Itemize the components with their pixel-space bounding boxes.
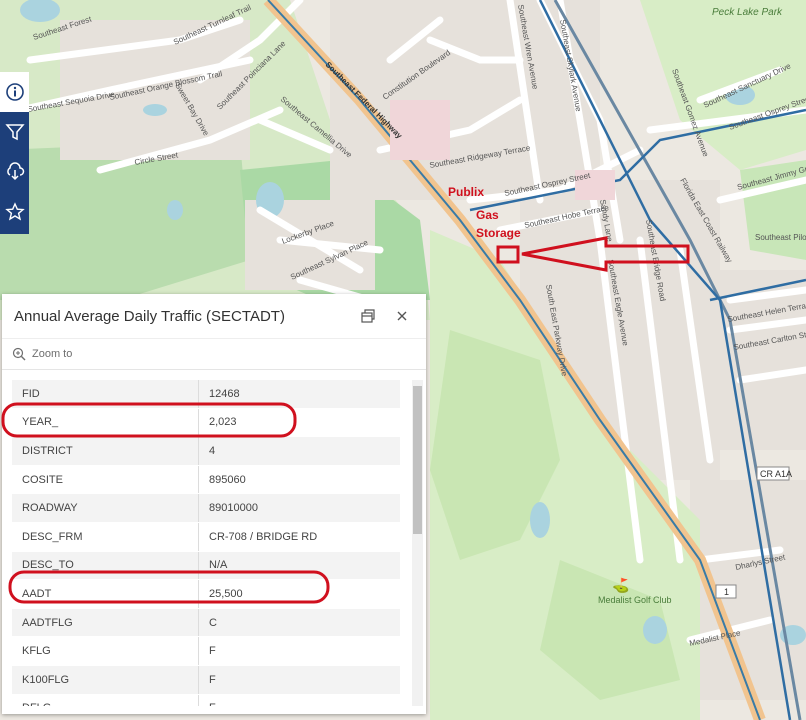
annotation-publix: Publix (448, 185, 485, 199)
route-shield-label: CR A1A (760, 469, 792, 479)
highlight-overlay (1, 402, 330, 604)
map-toolbar (0, 72, 29, 234)
pond (143, 104, 167, 116)
info-icon (5, 83, 24, 101)
aadt-highlight (8, 570, 330, 604)
golf-icon: ⛳ (612, 577, 629, 594)
pond (530, 502, 550, 538)
pond (167, 200, 183, 220)
pond (643, 616, 667, 644)
favorites-button[interactable] (0, 192, 29, 232)
year-highlight (1, 402, 297, 438)
street-label: Southeast Pilots Cove (755, 233, 806, 242)
filter-icon (4, 124, 25, 141)
feature-popup: Annual Average Daily Traffic (SECTADT) Z… (1, 294, 426, 714)
route-shield-label: 1 (724, 587, 729, 597)
star-icon (4, 202, 25, 221)
info-button[interactable] (0, 72, 29, 112)
annotation-storage: Storage (476, 226, 521, 240)
cloud-download-icon (6, 162, 24, 181)
place-label: Medalist Golf Club (598, 595, 672, 605)
annotation-gas: Gas (476, 208, 499, 222)
place-label: Peck Lake Park (712, 7, 783, 18)
filter-button[interactable] (0, 112, 29, 152)
download-button[interactable] (0, 152, 29, 192)
